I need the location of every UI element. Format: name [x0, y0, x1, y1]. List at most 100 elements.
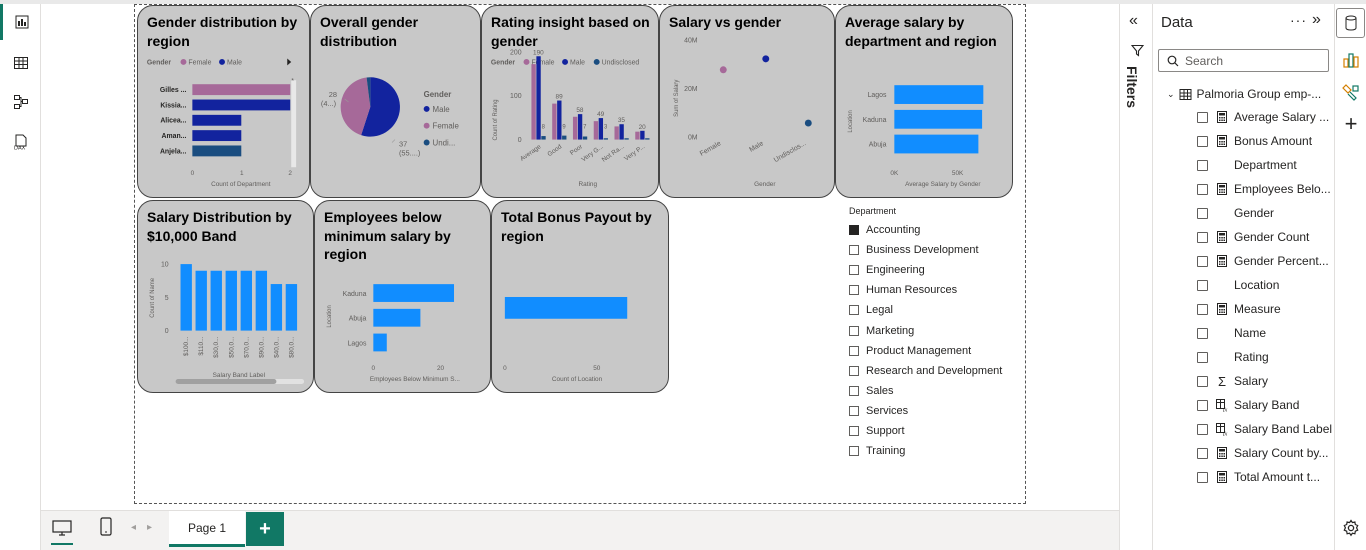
- field-checkbox[interactable]: [1197, 111, 1208, 123]
- slicer-item-label: Marketing: [866, 324, 915, 337]
- slicer-checkbox[interactable]: [849, 225, 859, 235]
- field-checkbox[interactable]: [1197, 135, 1208, 147]
- model-view-icon[interactable]: [0, 84, 41, 120]
- tab-page-1[interactable]: Page 1: [169, 511, 245, 547]
- visual-bonus-payout[interactable]: Total Bonus Payout by region 0 50 Count …: [491, 200, 669, 393]
- filters-pane[interactable]: « Filters: [1119, 4, 1153, 550]
- field-label: Employees Belo...: [1234, 182, 1331, 196]
- filters-label[interactable]: Filters: [1124, 66, 1140, 108]
- slicer-checkbox[interactable]: [849, 426, 859, 436]
- calculator-icon: [1215, 254, 1229, 268]
- mobile-layout-icon[interactable]: [97, 516, 115, 538]
- scrollbar-thumb[interactable]: [175, 379, 277, 384]
- report-view-icon[interactable]: [0, 4, 41, 40]
- chevron-down-icon[interactable]: ⌄: [1167, 89, 1175, 100]
- field-item[interactable]: Gender: [1197, 203, 1274, 223]
- previous-page-icon[interactable]: ◂: [131, 522, 136, 533]
- field-item[interactable]: Average Salary ...: [1197, 107, 1329, 127]
- slicer-item[interactable]: Training: [849, 442, 905, 460]
- desktop-layout-icon[interactable]: [51, 517, 73, 545]
- table-node[interactable]: ⌄ Palmoria Group emp-...: [1167, 85, 1321, 103]
- next-page-icon[interactable]: ▸: [147, 522, 152, 533]
- visual-overall-gender[interactable]: Overall gender distribution 28 (4...) 37…: [310, 5, 481, 198]
- field-checkbox[interactable]: [1197, 303, 1208, 315]
- data-pane-icon[interactable]: [1336, 8, 1365, 38]
- visual-rating-by-gender[interactable]: Rating insight based on gender Gender Fe…: [481, 5, 659, 198]
- visual-salary-distribution-band[interactable]: Salary Distribution by $10,000 Band Coun…: [137, 200, 314, 393]
- table-view-icon[interactable]: [0, 45, 41, 81]
- field-item[interactable]: Name: [1197, 323, 1266, 343]
- field-checkbox[interactable]: [1197, 183, 1208, 195]
- field-item[interactable]: Gender Count: [1197, 227, 1309, 247]
- field-checkbox[interactable]: [1197, 231, 1208, 243]
- slicer-item[interactable]: Product Management: [849, 342, 971, 360]
- field-item[interactable]: fx Salary Band: [1197, 395, 1299, 415]
- add-page-button[interactable]: +: [246, 512, 284, 546]
- slicer-checkbox[interactable]: [849, 446, 859, 457]
- slicer-checkbox[interactable]: [849, 265, 859, 276]
- field-checkbox[interactable]: [1197, 471, 1208, 483]
- bar: [552, 103, 557, 140]
- field-item[interactable]: Location: [1197, 275, 1279, 295]
- visual-gender-by-region[interactable]: Gender distribution by region Gender Fem…: [137, 5, 310, 198]
- field-item[interactable]: fx Salary Band Label: [1197, 419, 1332, 439]
- slicer-checkbox[interactable]: [849, 385, 859, 396]
- field-checkbox[interactable]: [1197, 279, 1208, 291]
- slicer-checkbox[interactable]: [849, 405, 859, 416]
- slicer-item[interactable]: Services: [849, 402, 908, 420]
- visual-salary-vs-gender[interactable]: Salary vs gender Sum of Salary 40M 20M 0…: [659, 5, 835, 198]
- filter-icon[interactable]: [1130, 44, 1145, 62]
- search-input[interactable]: [1185, 53, 1325, 68]
- field-checkbox[interactable]: [1197, 447, 1208, 459]
- blank-icon: [1215, 158, 1229, 172]
- field-item[interactable]: Rating: [1197, 347, 1269, 367]
- slicer-checkbox[interactable]: [849, 305, 859, 316]
- scrollbar-track[interactable]: [291, 80, 297, 168]
- legend-undisclosed: Undi...: [433, 138, 456, 147]
- field-item[interactable]: Salary Count by...: [1197, 443, 1329, 463]
- y-tick: 0M: [688, 135, 698, 142]
- slicer-checkbox[interactable]: [849, 365, 859, 376]
- slicer-item[interactable]: Legal: [849, 301, 893, 319]
- slicer-item[interactable]: Research and Development: [849, 362, 1002, 380]
- slicer-checkbox[interactable]: [849, 325, 859, 336]
- slicer-item[interactable]: Business Development: [849, 241, 979, 259]
- more-options-icon[interactable]: ···: [1290, 12, 1307, 28]
- field-item[interactable]: Measure: [1197, 299, 1281, 319]
- field-item[interactable]: Gender Percent...: [1197, 251, 1329, 271]
- field-item[interactable]: Σ Salary: [1197, 371, 1268, 391]
- format-pane-icon[interactable]: [1335, 76, 1366, 108]
- field-item[interactable]: Bonus Amount: [1197, 131, 1312, 151]
- visual-avg-salary-by-dept-region[interactable]: Average salary by department and region …: [835, 5, 1013, 198]
- slicer-checkbox[interactable]: [849, 245, 859, 256]
- search-box[interactable]: [1158, 49, 1329, 72]
- slicer-item[interactable]: Support: [849, 422, 905, 440]
- x-tick: 50: [593, 365, 601, 372]
- add-pane-icon[interactable]: +: [1335, 108, 1366, 140]
- collapse-filters-icon[interactable]: «: [1129, 12, 1138, 30]
- slicer-item[interactable]: Marketing: [849, 322, 914, 340]
- field-checkbox[interactable]: [1197, 423, 1208, 435]
- field-checkbox[interactable]: [1197, 351, 1208, 363]
- collapse-data-pane-icon[interactable]: »: [1312, 11, 1321, 29]
- settings-gear-icon[interactable]: [1335, 512, 1366, 544]
- field-item[interactable]: Total Amount t...: [1197, 467, 1320, 487]
- field-checkbox[interactable]: [1197, 375, 1208, 387]
- visual-below-min-salary[interactable]: Employees below minimum salary by region…: [314, 200, 491, 393]
- field-item[interactable]: Employees Belo...: [1197, 179, 1331, 199]
- dax-query-view-icon[interactable]: DAX: [0, 124, 41, 160]
- field-checkbox[interactable]: [1197, 255, 1208, 267]
- field-checkbox[interactable]: [1197, 159, 1208, 171]
- slicer-checkbox[interactable]: [849, 285, 859, 296]
- field-checkbox[interactable]: [1197, 207, 1208, 219]
- slicer-item[interactable]: Accounting: [849, 221, 920, 239]
- slicer-checkbox[interactable]: [849, 345, 859, 356]
- visualizations-pane-icon[interactable]: [1335, 44, 1366, 76]
- field-checkbox[interactable]: [1197, 327, 1208, 339]
- slicer-item[interactable]: Engineering: [849, 261, 925, 279]
- field-item[interactable]: Department: [1197, 155, 1297, 175]
- slicer-item[interactable]: Sales: [849, 382, 894, 400]
- legend-next-arrow-icon[interactable]: [287, 58, 292, 66]
- field-checkbox[interactable]: [1197, 399, 1208, 411]
- slicer-item[interactable]: Human Resources: [849, 281, 957, 299]
